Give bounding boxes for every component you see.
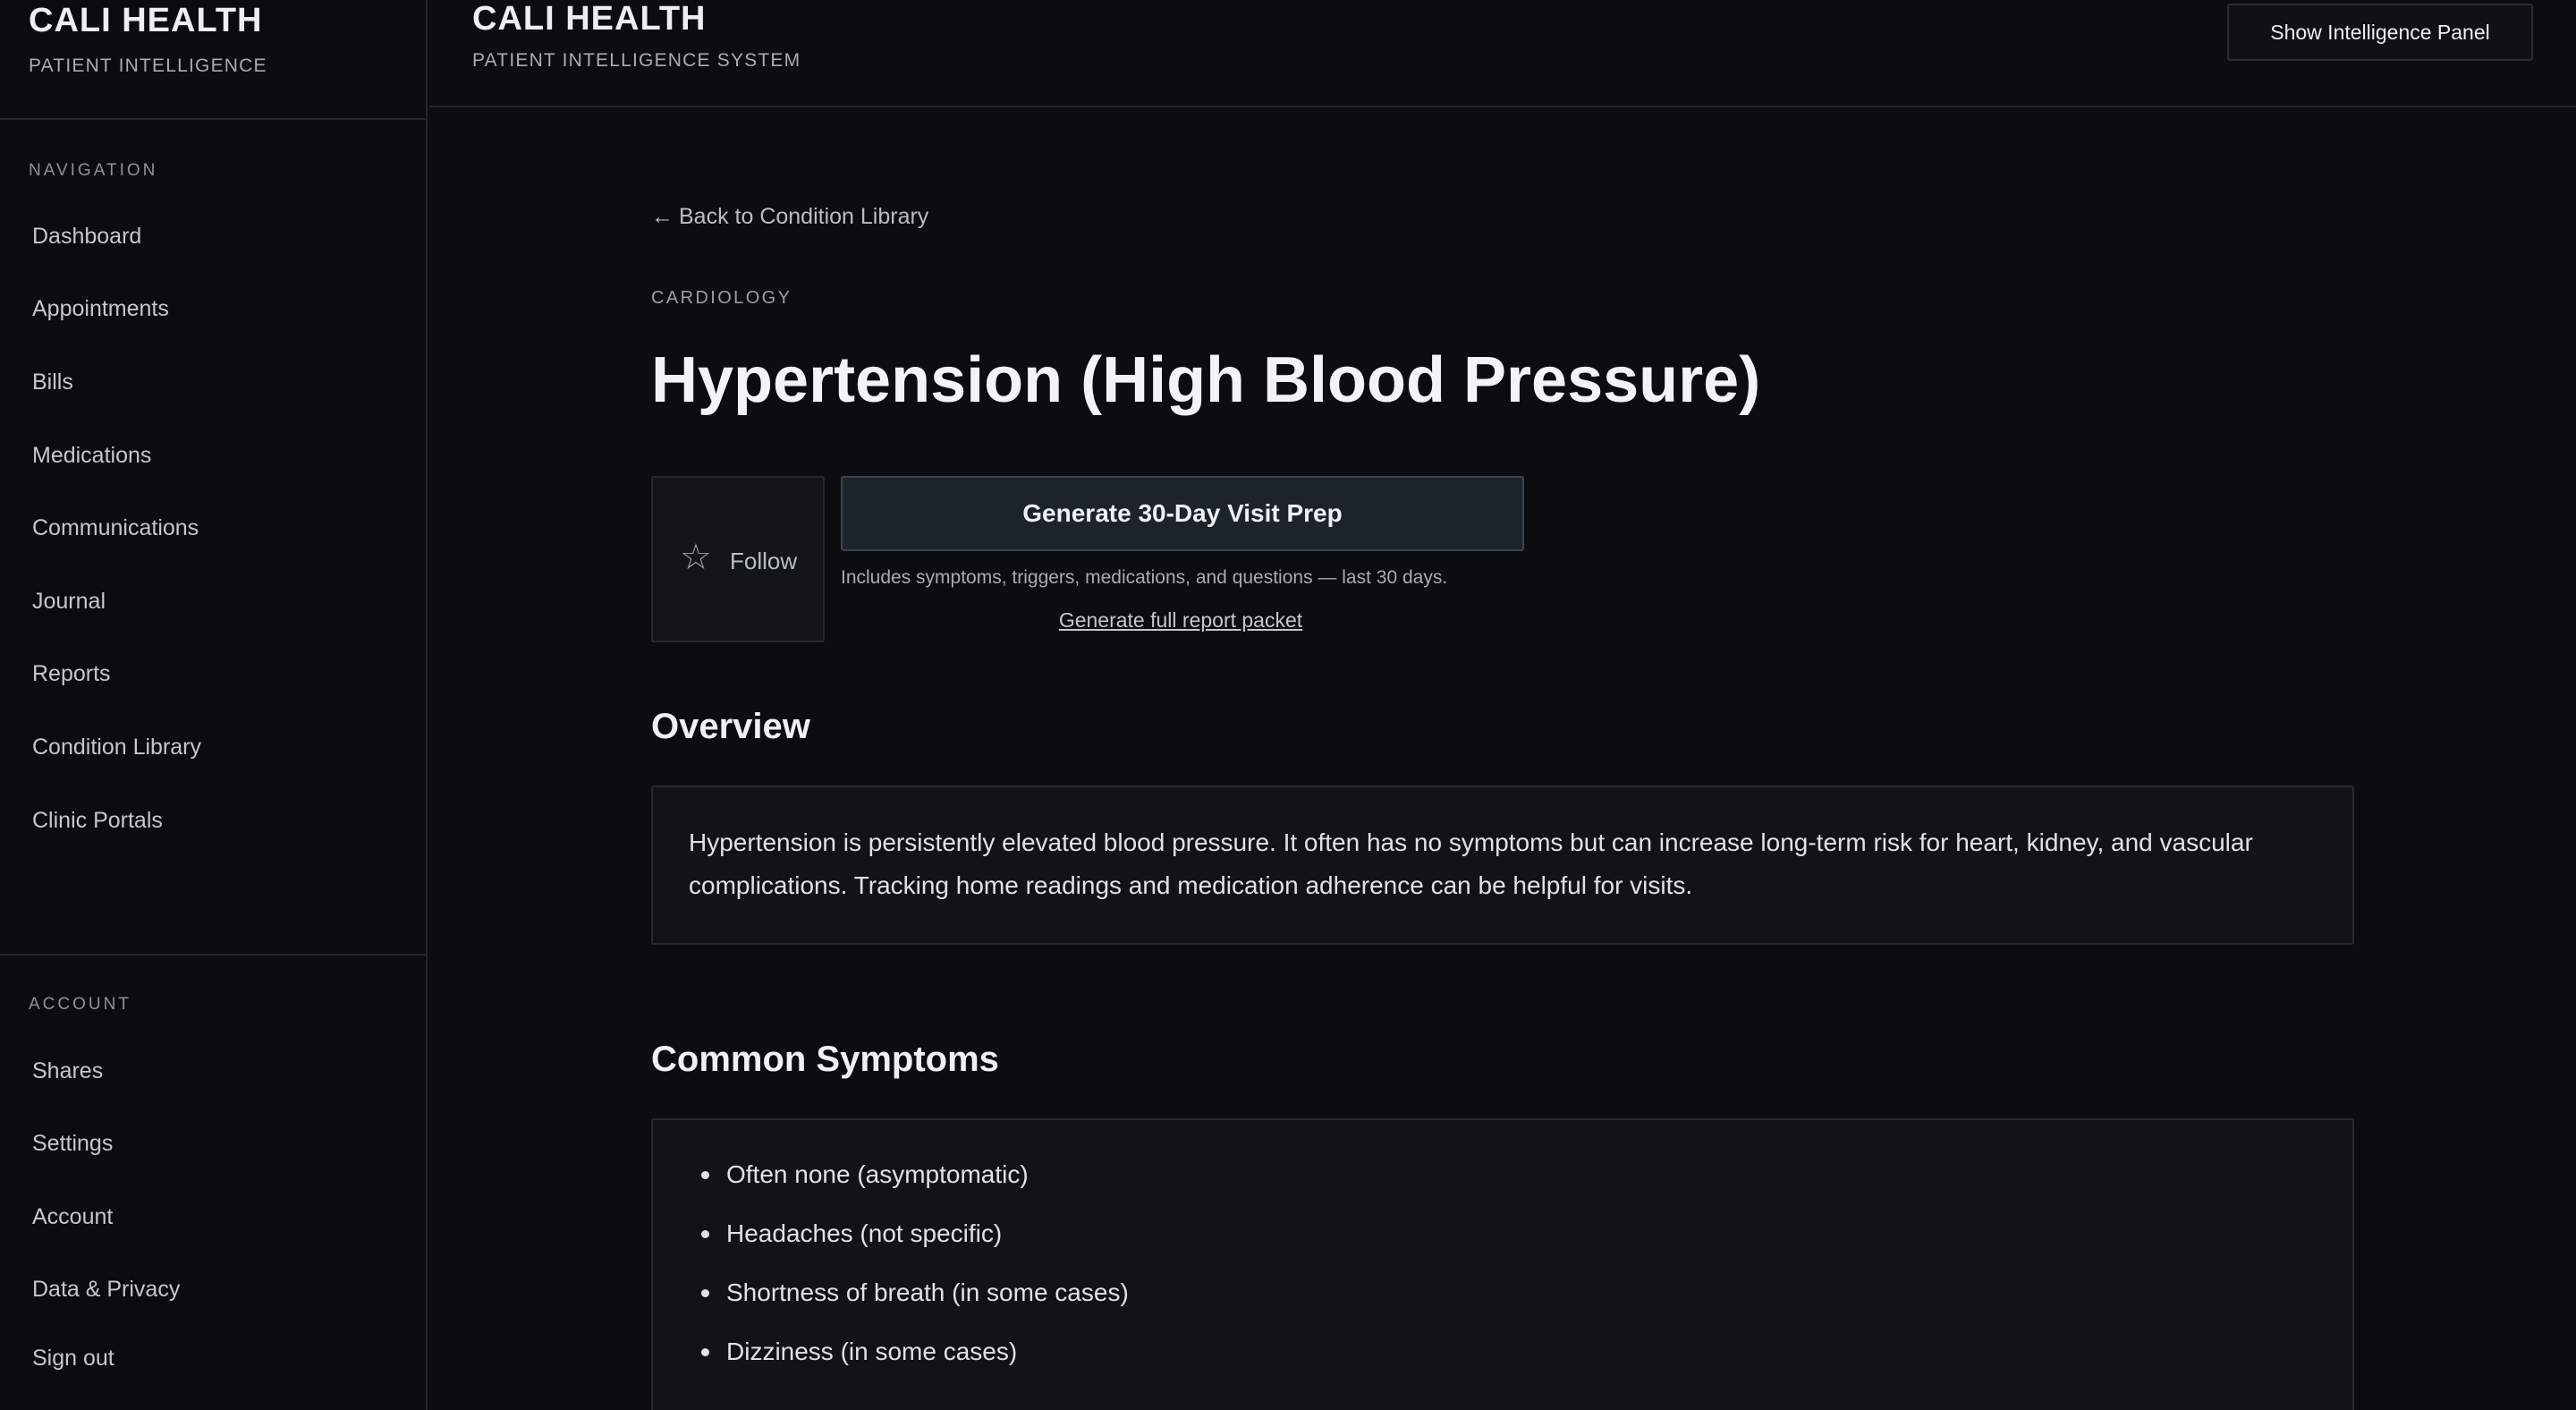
brand-title: CALI HEALTH (29, 2, 263, 39)
sidebar: CALI HEALTH PATIENT INTELLIGENCE NAVIGAT… (0, 0, 428, 1410)
specialty-label: CARDIOLOGY (651, 288, 792, 308)
list-item: Headaches (not specific) (701, 1204, 1129, 1263)
back-to-library-link[interactable]: ← Back to Condition Library (651, 204, 928, 230)
top-header: CALI HEALTH PATIENT INTELLIGENCE SYSTEM … (429, 0, 2576, 107)
sidebar-item-bills[interactable]: Bills (32, 364, 73, 400)
symptoms-card: Often none (asymptomatic) Headaches (not… (651, 1118, 2354, 1410)
list-item: Shortness of breath (in some cases) (701, 1263, 1129, 1322)
generate-visit-prep-button[interactable]: Generate 30-Day Visit Prep (841, 476, 1524, 551)
symptoms-list: Often none (asymptomatic) Headaches (not… (701, 1145, 1129, 1381)
generate-full-report-link[interactable]: Generate full report packet (1055, 608, 1306, 633)
sidebar-divider (0, 954, 426, 956)
sidebar-item-dashboard[interactable]: Dashboard (32, 218, 141, 254)
sidebar-item-account[interactable]: Account (32, 1199, 113, 1235)
page-title: Hypertension (High Blood Pressure) (651, 344, 1761, 416)
main-content: ← Back to Condition Library CARDIOLOGY Hy… (429, 109, 2576, 1410)
follow-button[interactable]: ☆ Follow (651, 476, 825, 642)
header-title: CALI HEALTH (472, 0, 707, 38)
sidebar-item-reports[interactable]: Reports (32, 656, 111, 692)
brand-subtitle: PATIENT INTELLIGENCE (29, 55, 267, 76)
nav-section-heading: NAVIGATION (29, 161, 158, 180)
sidebar-divider (0, 118, 426, 120)
generate-note: Includes symptoms, triggers, medications… (841, 567, 1448, 588)
overview-text: Hypertension is persistently elevated bl… (689, 828, 2253, 899)
overview-heading: Overview (651, 707, 810, 746)
sidebar-item-settings[interactable]: Settings (32, 1125, 113, 1161)
sidebar-item-shares[interactable]: Shares (32, 1053, 103, 1089)
sidebar-item-clinic-portals[interactable]: Clinic Portals (32, 803, 163, 838)
sidebar-item-medications[interactable]: Medications (32, 437, 151, 473)
sidebar-item-data-privacy[interactable]: Data & Privacy (32, 1271, 180, 1307)
sidebar-item-condition-library[interactable]: Condition Library (32, 729, 201, 765)
overview-card: Hypertension is persistently elevated bl… (651, 786, 2354, 945)
follow-label: Follow (730, 548, 798, 574)
list-item: Often none (asymptomatic) (701, 1145, 1129, 1204)
symptoms-heading: Common Symptoms (651, 1040, 999, 1079)
star-icon: ☆ (680, 538, 712, 577)
back-link-label: Back to Condition Library (679, 204, 929, 229)
sidebar-item-sign-out[interactable]: Sign out (32, 1340, 114, 1376)
header-subtitle: PATIENT INTELLIGENCE SYSTEM (472, 50, 801, 71)
list-item: Dizziness (in some cases) (701, 1322, 1129, 1381)
show-intelligence-panel-button[interactable]: Show Intelligence Panel (2227, 4, 2533, 61)
sidebar-item-journal[interactable]: Journal (32, 583, 106, 619)
sidebar-item-communications[interactable]: Communications (32, 510, 199, 546)
arrow-left-icon: ← (651, 204, 674, 229)
sidebar-item-appointments[interactable]: Appointments (32, 291, 169, 327)
account-section-heading: ACCOUNT (29, 995, 131, 1014)
app-root: CALI HEALTH PATIENT INTELLIGENCE NAVIGAT… (0, 0, 2576, 1410)
